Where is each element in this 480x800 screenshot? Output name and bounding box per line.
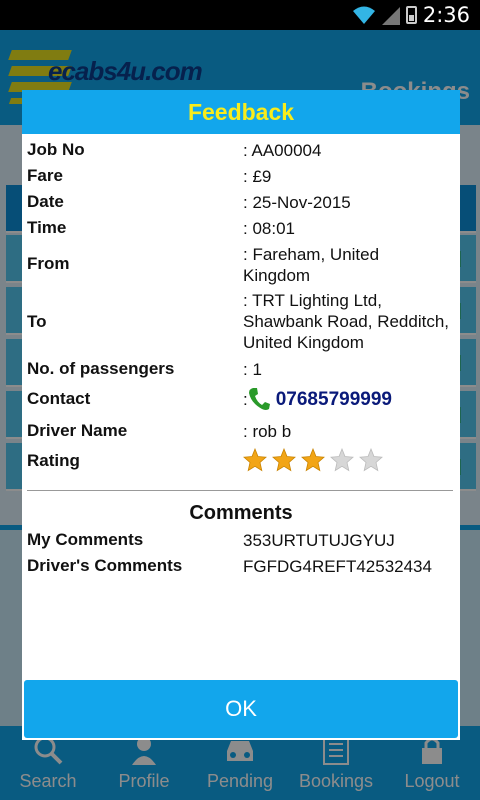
field-label: From (27, 254, 70, 273)
field-value: : 08:01 (243, 219, 295, 238)
field-to: To : TRT Lighting Ltd, Shawbank Road, Re… (27, 290, 457, 354)
field-label: Driver's Comments (27, 556, 183, 575)
contact-phone-link[interactable]: 07685799999 (276, 389, 392, 410)
star-filled-icon (301, 448, 325, 472)
ok-button[interactable]: OK (24, 680, 458, 738)
phone-icon[interactable] (248, 387, 270, 411)
field-value: : rob b (243, 422, 292, 441)
status-bar: 2:36 (0, 0, 480, 30)
field-value: 353URTUTUJGYUJ (243, 531, 395, 550)
field-value: : 25-Nov-2015 (243, 193, 351, 212)
star-filled-icon (243, 448, 267, 472)
field-label: To (27, 312, 47, 331)
field-label: My Comments (27, 530, 144, 549)
field-label: Date (27, 192, 64, 211)
star-filled-icon (272, 448, 296, 472)
signal-icon (381, 7, 400, 25)
field-from: From : Fareham, United Kingdom (27, 244, 457, 288)
field-value: : AA00004 (243, 141, 322, 160)
battery-icon (405, 6, 417, 24)
feedback-dialog: Feedback Job No : AA00004 Fare : £9 Date… (22, 90, 460, 740)
status-time: 2:36 (422, 3, 470, 27)
dialog-title: Feedback (187, 98, 295, 125)
field-label: Driver Name (27, 421, 128, 440)
field-value: : TRT Lighting Ltd, Shawbank Road, Reddi… (243, 291, 450, 352)
field-value: FGFDG4REFT42532434 (243, 557, 432, 576)
field-label: Job No (27, 140, 85, 159)
field-label: Time (27, 218, 67, 237)
field-rating: Rating (27, 448, 457, 476)
field-label: Rating (27, 451, 80, 470)
field-value: : £9 (243, 167, 272, 186)
dialog-header: Feedback (22, 90, 460, 134)
field-value: : Fareham, United Kingdom (243, 245, 380, 285)
field-label: No. of passengers (27, 359, 175, 378)
star-empty-icon (359, 448, 383, 472)
field-value: : 1 (243, 360, 262, 379)
field-contact: Contact : 07685799999 (27, 387, 457, 415)
field-label: Fare (27, 166, 63, 185)
star-empty-icon (330, 448, 354, 472)
field-label: Contact (27, 389, 91, 408)
rating-stars (243, 448, 457, 472)
wifi-icon (352, 6, 375, 24)
comments-heading: Comments (189, 502, 293, 524)
contact-value[interactable]: : 07685799999 (243, 387, 457, 411)
divider (27, 490, 453, 491)
